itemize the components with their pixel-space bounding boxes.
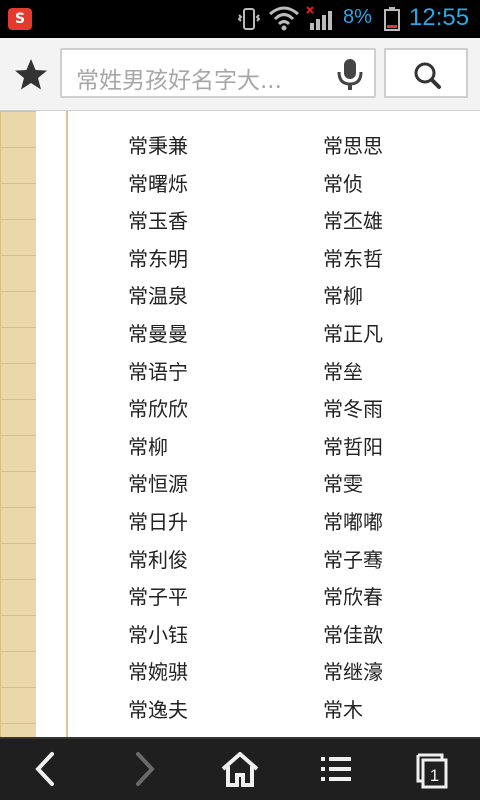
name-item: 常柳 bbox=[323, 284, 363, 309]
mic-icon bbox=[337, 59, 363, 90]
name-item: 常丕雄 bbox=[323, 209, 383, 234]
tabs-icon: 1 bbox=[416, 753, 448, 789]
name-item: 常继濠 bbox=[323, 660, 383, 685]
name-item: 常垒 bbox=[323, 359, 363, 384]
vibrate-icon bbox=[237, 8, 261, 30]
name-item: 常木 bbox=[323, 698, 363, 722]
star-icon bbox=[15, 59, 47, 90]
forward-button[interactable] bbox=[120, 747, 168, 791]
status-bar: S 8% 12:55 bbox=[0, 0, 480, 38]
name-item: 常嘟嘟 bbox=[323, 510, 383, 534]
name-item: 常子骞 bbox=[323, 547, 383, 572]
name-item: 常佳歆 bbox=[323, 622, 383, 647]
browser-toolbar: 常姓男孩好名字大... bbox=[0, 38, 480, 111]
clock: 12:55 bbox=[409, 4, 470, 31]
name-item: 常温泉 bbox=[128, 284, 188, 309]
name-item: 常子平 bbox=[128, 585, 188, 610]
search-icon bbox=[414, 62, 441, 89]
name-item: 常欣春 bbox=[323, 585, 383, 610]
name-item: 常语宁 bbox=[128, 359, 188, 384]
search-input[interactable]: 常姓男孩好名字大... bbox=[60, 48, 376, 98]
signal-icon bbox=[306, 6, 332, 30]
name-item: 常雯 bbox=[323, 472, 363, 497]
divider-line bbox=[66, 111, 68, 737]
name-item: 常东明 bbox=[128, 246, 188, 271]
name-item: 常逸夫 bbox=[128, 698, 188, 722]
name-item: 常日升 bbox=[128, 510, 188, 534]
home-icon bbox=[221, 752, 259, 787]
menu-icon bbox=[321, 757, 351, 781]
name-item: 常婉骐 bbox=[128, 660, 188, 685]
name-item: 常思思 bbox=[323, 134, 383, 158]
home-button[interactable] bbox=[216, 747, 264, 791]
name-item: 常曼曼 bbox=[128, 322, 188, 346]
name-item: 常玉香 bbox=[128, 209, 188, 234]
bottom-navigation: 1 bbox=[0, 737, 480, 800]
name-item: 常侦 bbox=[323, 171, 363, 196]
name-item: 常东哲 bbox=[323, 246, 383, 271]
bookmark-button[interactable] bbox=[12, 56, 50, 94]
name-item: 常曙烁 bbox=[128, 171, 188, 196]
decorative-paper-strip bbox=[0, 111, 36, 737]
tab-count: 1 bbox=[430, 766, 439, 785]
app-notification-icon: S bbox=[8, 8, 32, 30]
name-item: 常利俊 bbox=[128, 547, 188, 572]
name-item: 常柳 bbox=[128, 434, 168, 459]
wifi-icon bbox=[269, 6, 299, 31]
tabs-button[interactable]: 1 bbox=[408, 747, 456, 791]
battery-icon bbox=[384, 7, 400, 31]
name-item: 常小钰 bbox=[128, 622, 188, 647]
voice-search-button[interactable] bbox=[334, 57, 366, 91]
name-item: 常恒源 bbox=[128, 472, 188, 497]
name-item: 常哲阳 bbox=[323, 434, 383, 459]
search-button[interactable] bbox=[384, 48, 468, 98]
back-button[interactable] bbox=[22, 747, 70, 791]
name-item: 常欣欣 bbox=[128, 397, 188, 422]
menu-button[interactable] bbox=[312, 747, 360, 791]
forward-icon bbox=[136, 752, 155, 786]
battery-percent: 8% bbox=[343, 6, 372, 28]
page-content[interactable]: 常秉兼 常曙烁 常玉香 常东明 常温泉 常曼曼 常语宁 常欣欣 常柳 常恒源 常日升 常利俊 常子平 常小… bbox=[0, 111, 480, 737]
search-placeholder: 常姓男孩好名字大... bbox=[76, 68, 282, 94]
name-item: 常秉兼 bbox=[128, 134, 188, 158]
name-item: 常正凡 bbox=[323, 322, 383, 346]
back-icon bbox=[35, 752, 54, 786]
name-item: 常冬雨 bbox=[323, 397, 383, 422]
